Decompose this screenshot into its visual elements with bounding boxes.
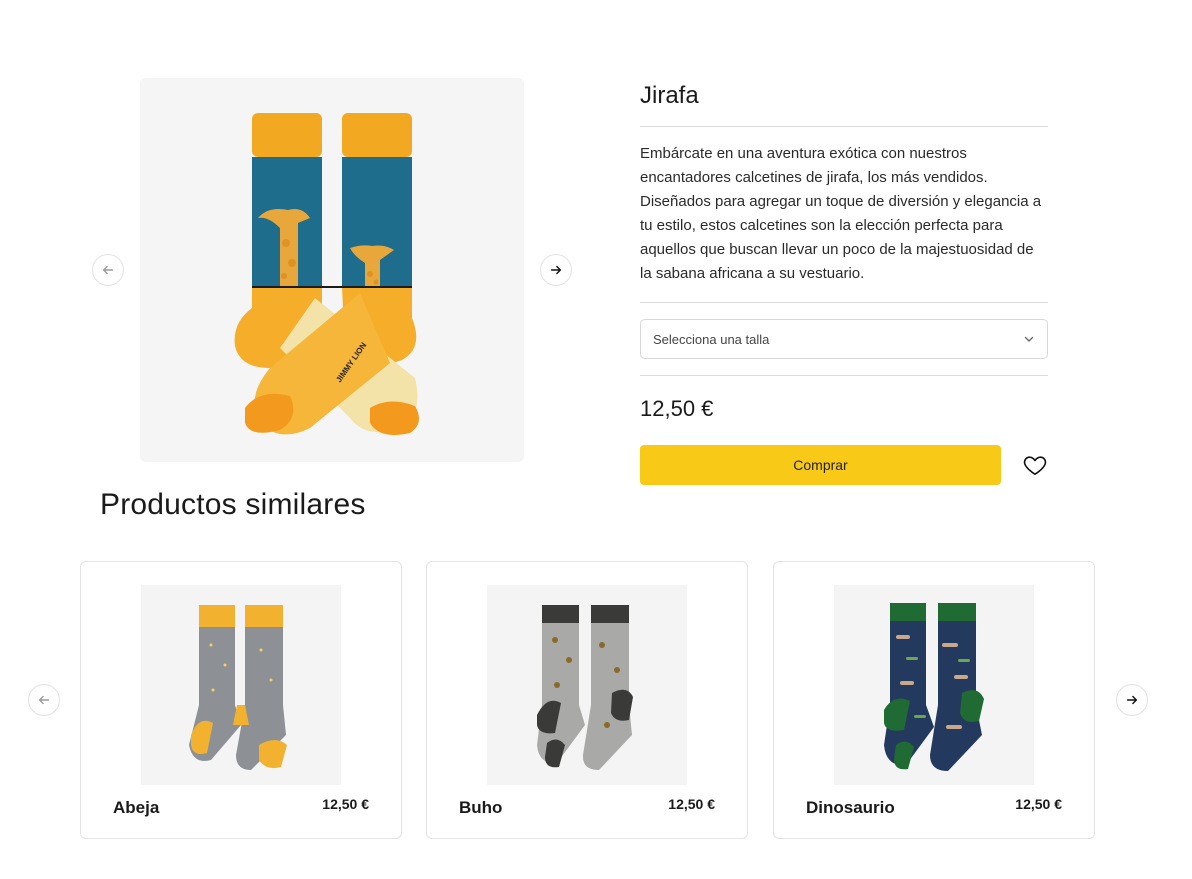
arrow-left-icon [38, 695, 50, 705]
size-select[interactable]: Selecciona una talla [640, 319, 1048, 359]
arrow-right-icon [1126, 695, 1138, 705]
product-card-price: 12,50 € [1015, 796, 1062, 812]
product-thumbnail [141, 585, 341, 785]
product-card-price: 12,50 € [668, 796, 715, 812]
product-image: JIMMY LION [140, 78, 524, 462]
owl-socks-image [537, 605, 633, 770]
dinosaur-socks-image [884, 603, 984, 771]
product-thumbnail [834, 585, 1034, 785]
similar-products-title: Productos similares [100, 488, 366, 521]
product-card-name: Buho [459, 798, 503, 817]
bee-socks-image [189, 605, 287, 770]
product-card-abeja[interactable]: Abeja 12,50 € [80, 561, 402, 839]
product-card-buho[interactable]: Buho 12,50 € [426, 561, 748, 839]
product-info: Jirafa Embárcate en una aventura exótica… [640, 78, 1048, 485]
chevron-down-icon [1024, 336, 1034, 342]
product-card-name: Dinosaurio [806, 798, 895, 817]
arrow-left-icon [102, 265, 114, 275]
divider [640, 375, 1048, 376]
product-description: Embárcate en una aventura exótica con nu… [640, 145, 1042, 282]
product-thumbnail [487, 585, 687, 785]
product-card-price: 12,50 € [322, 796, 369, 812]
product-title: Jirafa [640, 82, 699, 109]
similar-prev-button[interactable] [28, 684, 60, 716]
giraffe-socks-image: JIMMY LION [234, 113, 419, 436]
similar-next-button[interactable] [1116, 684, 1148, 716]
buy-row: Comprar [640, 445, 1048, 485]
gallery-prev-button[interactable] [92, 254, 124, 286]
size-select-placeholder: Selecciona una talla [653, 331, 770, 347]
divider [640, 302, 1048, 303]
gallery-next-button[interactable] [540, 254, 572, 286]
arrow-right-icon [550, 265, 562, 275]
buy-button[interactable]: Comprar [640, 445, 1001, 485]
heart-icon[interactable] [1022, 452, 1048, 478]
product-card-dinosaurio[interactable]: Dinosaurio 12,50 € [773, 561, 1095, 839]
product-price: 12,50 € [640, 396, 714, 421]
product-card-name: Abeja [113, 798, 160, 817]
